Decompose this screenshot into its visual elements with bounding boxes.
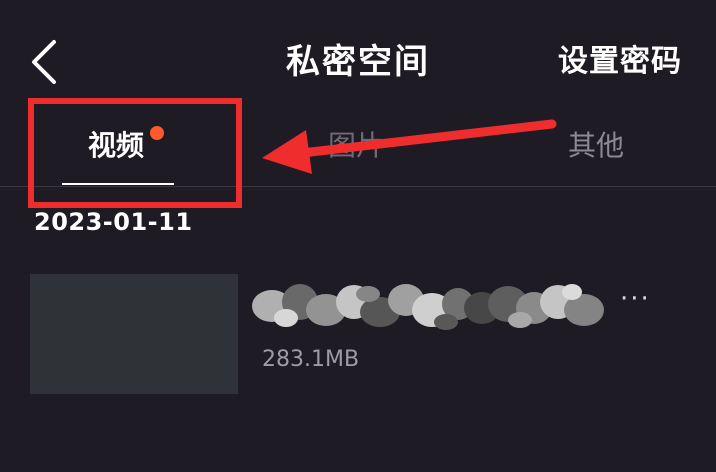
video-list-item[interactable]: ··· 283.1MB xyxy=(30,274,686,394)
private-space-screen: 私密空间 设置密码 视频 图片 其他 2023-01-11 xyxy=(0,0,716,472)
video-thumbnail[interactable] xyxy=(30,274,238,394)
blurred-filename-image xyxy=(252,284,604,330)
more-options-button[interactable]: ··· xyxy=(620,284,651,314)
annotation-highlight-box xyxy=(28,98,242,208)
set-password-button[interactable]: 设置密码 xyxy=(558,38,682,86)
annotation-arrow-icon xyxy=(262,119,557,174)
file-size-label: 283.1MB xyxy=(262,347,360,372)
tab-other[interactable]: 其他 xyxy=(568,126,624,166)
date-group-header: 2023-01-11 xyxy=(34,208,193,236)
